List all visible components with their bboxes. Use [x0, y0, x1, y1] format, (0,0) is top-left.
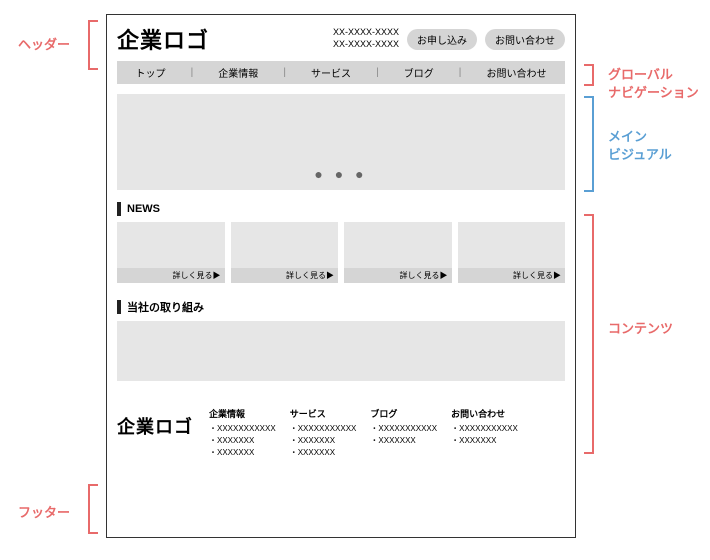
footer-link[interactable]: ・XXXXXXX: [209, 435, 276, 447]
footer-col-title: ブログ: [370, 407, 437, 420]
news-card: 詳しく見る▶: [231, 222, 339, 283]
footer-col-title: お問い合わせ: [451, 407, 518, 420]
footer-col-title: サービス: [290, 407, 357, 420]
footer-col-company: 企業情報 ・XXXXXXXXXXX ・XXXXXXX ・XXXXXXX: [209, 407, 276, 459]
news-card: 詳しく見る▶: [117, 222, 225, 283]
footer-logo: 企業ロゴ: [117, 413, 193, 439]
news-title: NEWS: [117, 202, 565, 216]
nav-sep: |: [191, 67, 194, 78]
card-more-button[interactable]: 詳しく見る▶: [344, 268, 452, 283]
bracket-footer: [88, 484, 98, 534]
footer-link[interactable]: ・XXXXXXXXXXX: [370, 423, 437, 435]
header: 企業ロゴ XX-XXXX-XXXX XX-XXXX-XXXX お申し込み お問い…: [117, 23, 565, 55]
nav-sep: |: [283, 67, 286, 78]
footer-link[interactable]: ・XXXXXXX: [209, 447, 276, 459]
card-more-button[interactable]: 詳しく見る▶: [458, 268, 566, 283]
annotation-contents: コンテンツ: [608, 320, 673, 338]
card-image: [458, 222, 566, 268]
annotation-gnav: グローバル ナビゲーション: [608, 66, 699, 102]
initiatives-title-text: 当社の取り組み: [127, 299, 204, 315]
phone-2: XX-XXXX-XXXX: [333, 39, 399, 51]
footer-link[interactable]: ・XXXXXXX: [370, 435, 437, 447]
card-more-button[interactable]: 詳しく見る▶: [117, 268, 225, 283]
nav-item-blog[interactable]: ブログ: [404, 65, 434, 80]
card-image: [117, 222, 225, 268]
initiatives-block: [117, 321, 565, 381]
phone-1: XX-XXXX-XXXX: [333, 27, 399, 39]
footer-col-blog: ブログ ・XXXXXXXXXXX ・XXXXXXX: [370, 407, 437, 459]
card-more-button[interactable]: 詳しく見る▶: [231, 268, 339, 283]
initiatives-title: 当社の取り組み: [117, 299, 565, 315]
bracket-header: [88, 20, 98, 70]
header-phones: XX-XXXX-XXXX XX-XXXX-XXXX: [333, 27, 399, 50]
nav-sep: |: [459, 67, 462, 78]
annotation-header: ヘッダー: [18, 36, 70, 54]
footer-link[interactable]: ・XXXXXXXXXXX: [451, 423, 518, 435]
news-card: 詳しく見る▶: [458, 222, 566, 283]
annotation-main-visual: メイン ビジュアル: [608, 128, 672, 164]
footer: 企業ロゴ 企業情報 ・XXXXXXXXXXX ・XXXXXXX ・XXXXXXX…: [117, 407, 565, 459]
footer-link[interactable]: ・XXXXXXXXXXX: [209, 423, 276, 435]
nav-item-service[interactable]: サービス: [311, 65, 351, 80]
footer-columns: 企業情報 ・XXXXXXXXXXX ・XXXXXXX ・XXXXXXX サービス…: [209, 407, 565, 459]
contact-button[interactable]: お問い合わせ: [485, 29, 565, 50]
footer-link[interactable]: ・XXXXXXX: [290, 447, 357, 459]
footer-col-title: 企業情報: [209, 407, 276, 420]
title-bar-icon: [117, 300, 121, 314]
news-cards: 詳しく見る▶ 詳しく見る▶ 詳しく見る▶ 詳しく見る▶: [117, 222, 565, 283]
card-image: [344, 222, 452, 268]
footer-link[interactable]: ・XXXXXXX: [451, 435, 518, 447]
global-nav: トップ | 企業情報 | サービス | ブログ | お問い合わせ: [117, 61, 565, 84]
nav-item-company[interactable]: 企業情報: [218, 65, 258, 80]
carousel-dots[interactable]: ● ● ●: [314, 166, 367, 182]
nav-sep: |: [376, 67, 379, 78]
footer-link[interactable]: ・XXXXXXX: [290, 435, 357, 447]
nav-item-top[interactable]: トップ: [136, 65, 166, 80]
card-image: [231, 222, 339, 268]
bracket-gnav: [584, 64, 594, 86]
news-title-text: NEWS: [127, 203, 160, 215]
main-visual: ● ● ●: [117, 94, 565, 190]
footer-col-service: サービス ・XXXXXXXXXXX ・XXXXXXX ・XXXXXXX: [290, 407, 357, 459]
bracket-main-visual: [584, 96, 594, 192]
footer-link[interactable]: ・XXXXXXXXXXX: [290, 423, 357, 435]
nav-item-contact[interactable]: お問い合わせ: [486, 65, 546, 80]
annotation-footer: フッター: [18, 504, 70, 522]
header-right: XX-XXXX-XXXX XX-XXXX-XXXX お申し込み お問い合わせ: [333, 27, 565, 50]
title-bar-icon: [117, 202, 121, 216]
news-card: 詳しく見る▶: [344, 222, 452, 283]
footer-col-contact: お問い合わせ ・XXXXXXXXXXX ・XXXXXXX: [451, 407, 518, 459]
header-logo: 企業ロゴ: [117, 23, 209, 55]
bracket-contents: [584, 214, 594, 454]
apply-button[interactable]: お申し込み: [407, 29, 477, 50]
wireframe-page: 企業ロゴ XX-XXXX-XXXX XX-XXXX-XXXX お申し込み お問い…: [106, 14, 576, 538]
